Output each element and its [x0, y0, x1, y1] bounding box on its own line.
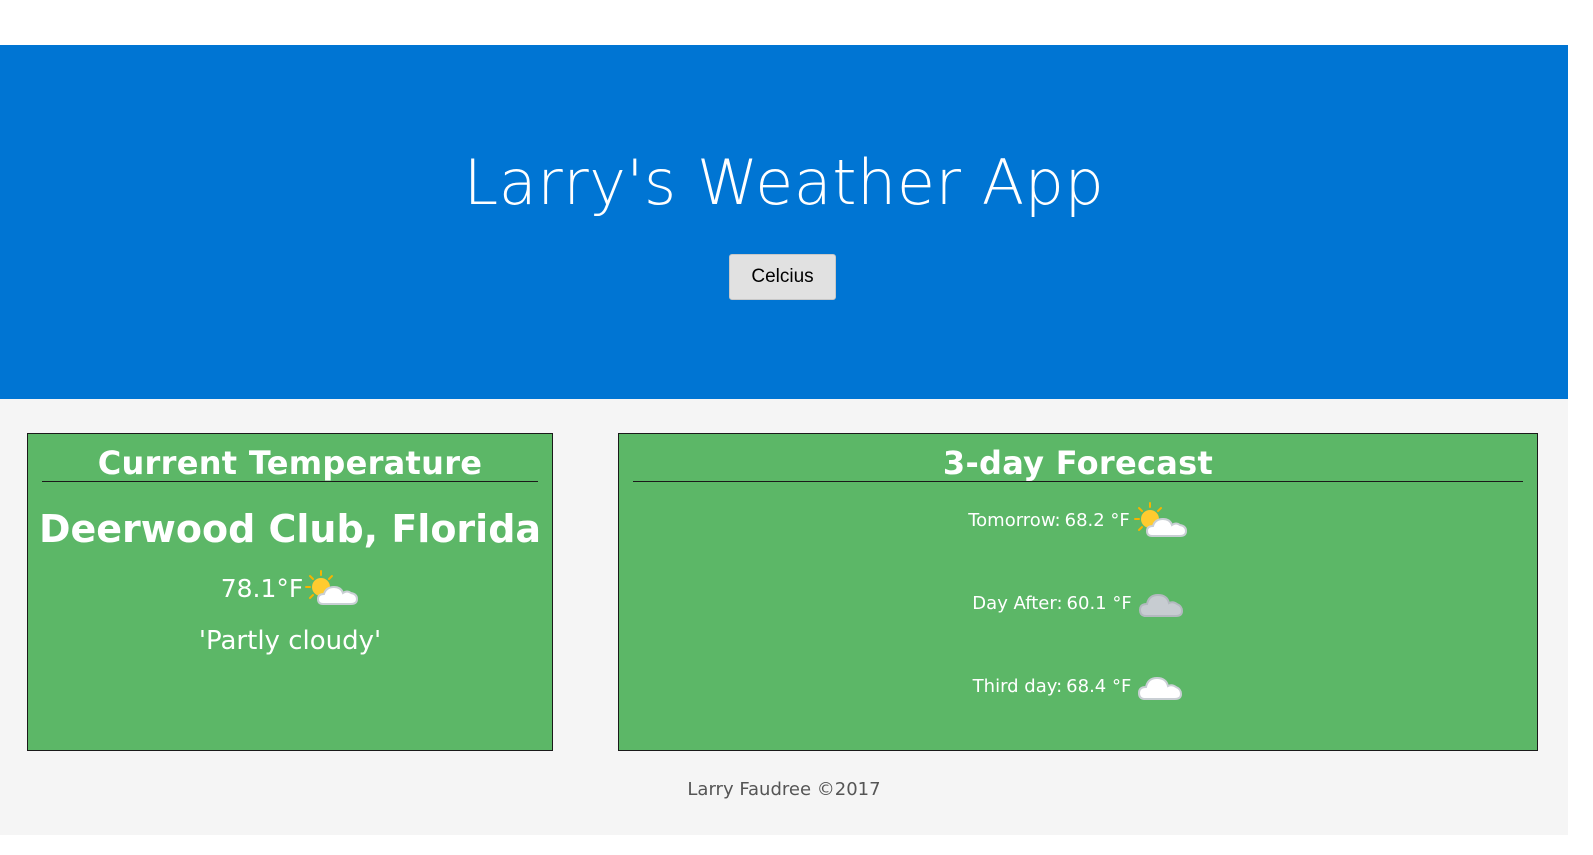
unit-toggle-button[interactable]: Celcius — [729, 254, 836, 300]
current-temperature-heading: Current Temperature — [42, 434, 538, 482]
forecast-heading: 3-day Forecast — [633, 434, 1523, 482]
main-content: Current Temperature Deerwood Club, Flori… — [0, 399, 1568, 835]
forecast-day-temp: 68.4 °F — [1066, 676, 1132, 697]
cloud-white-icon — [1135, 669, 1183, 705]
current-temp-value: 78.1°F — [220, 574, 304, 603]
current-temperature-card: Current Temperature Deerwood Club, Flori… — [27, 433, 553, 751]
partly-cloudy-icon — [305, 568, 359, 610]
weather-condition: 'Partly cloudy' — [198, 626, 382, 656]
forecast-day-row: Day After: 60.1 °F — [619, 586, 1537, 622]
app-header: Larry's Weather App Celcius — [0, 45, 1568, 399]
app-title: Larry's Weather App — [463, 146, 1105, 219]
forecast-day-label: Day After: — [972, 593, 1063, 614]
forecast-card: 3-day Forecast Tomorrow: 68.2 °F Day Aft… — [618, 433, 1538, 751]
location-name: Deerwood Club, Florida — [38, 507, 542, 551]
forecast-day-temp: 68.2 °F — [1064, 510, 1130, 531]
cloud-gray-icon — [1136, 586, 1184, 622]
partly-cloudy-icon — [1133, 500, 1188, 542]
footer-credit: Larry Faudree ©2017 — [687, 779, 881, 800]
forecast-day-temp: 60.1 °F — [1066, 593, 1132, 614]
forecast-day-label: Third day: — [972, 676, 1063, 697]
forecast-day-row: Tomorrow: 68.2 °F — [619, 500, 1537, 542]
forecast-day-row: Third day: 68.4 °F — [619, 669, 1537, 705]
forecast-day-label: Tomorrow: — [968, 510, 1061, 531]
current-temp-row: 78.1°F — [28, 568, 552, 610]
top-spacer — [0, 0, 1593, 45]
